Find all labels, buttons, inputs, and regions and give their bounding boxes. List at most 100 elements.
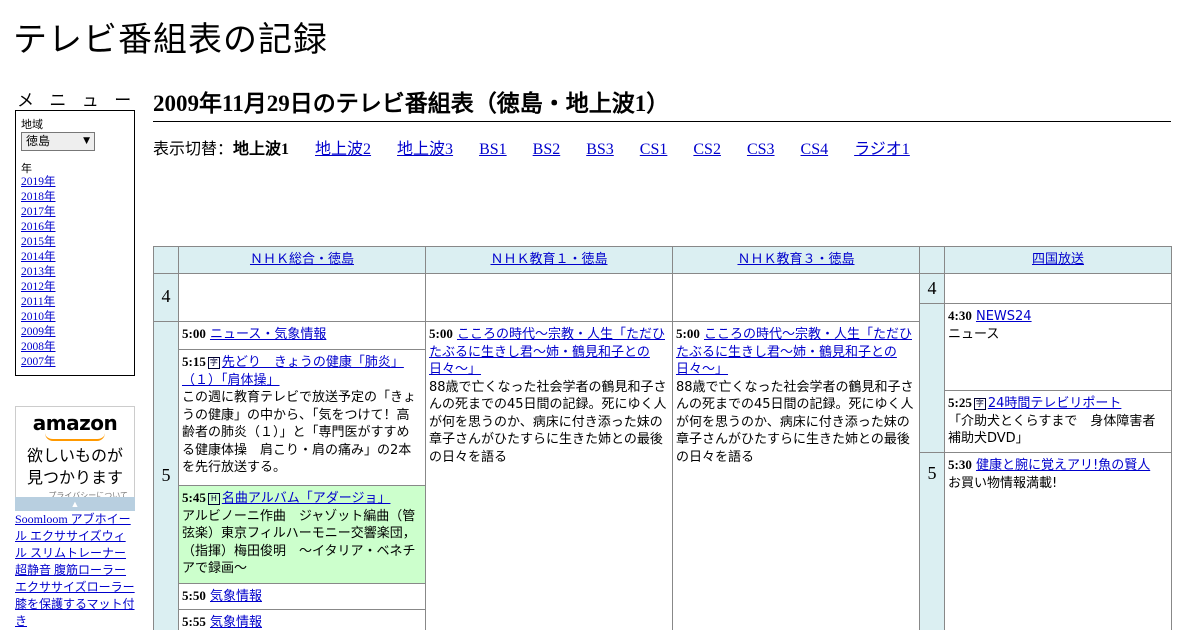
- year-link-2018[interactable]: 2018年: [21, 191, 56, 203]
- program-description: 88歳で亡くなった社会学者の鶴見和子さんの死までの45日間の記録。死にゆく人が何…: [429, 379, 667, 465]
- switch-link-bs3[interactable]: BS3: [586, 141, 614, 158]
- amazon-tagline-line-2: 見つかります: [26, 468, 123, 487]
- empty-slot: [944, 273, 1172, 304]
- program-description: この週に教育テレビで放送予定の「きょうの健康」の中から、「気をつけて！高齢者の肺…: [182, 390, 417, 475]
- program-time: 5:50: [182, 588, 206, 603]
- switch-link-radio1[interactable]: ラジオ1: [854, 141, 910, 158]
- program-cell: 5:00 こころの時代～宗教・人生「ただひたぶるに生きし君～姉・鶴見和子との日々…: [672, 321, 920, 630]
- switch-link-terrestrial2[interactable]: 地上波2: [315, 141, 371, 158]
- program-title-link[interactable]: NEWS24: [976, 309, 1032, 324]
- program-title-link[interactable]: こころの時代～宗教・人生「ただひたぶるに生きし君～姉・鶴見和子との日々～」: [429, 327, 665, 377]
- hour-cell-5-left: 5: [153, 321, 179, 630]
- hour-header-left: [153, 246, 179, 274]
- switch-link-cs4[interactable]: CS4: [801, 141, 829, 158]
- amazon-logo: amazon: [32, 411, 118, 435]
- program-description: ニュース: [948, 326, 1000, 342]
- channel-link-nhk-sogo[interactable]: ＮＨＫ総合・徳島: [250, 252, 354, 267]
- year-link-2016[interactable]: 2016年: [21, 221, 56, 233]
- program-title-link[interactable]: 気象情報: [210, 615, 262, 630]
- empty-slot: [672, 273, 920, 322]
- empty-slot: [425, 273, 673, 322]
- view-switch-bar: 表示切替：地上波1 地上波2 地上波3 BS1 BS2 BS3 CS1 CS2 …: [153, 135, 932, 159]
- channel-header-nhk-kyoiku1: ＮＨＫ教育１・徳島: [425, 246, 673, 274]
- channel-header-shikoku: 四国放送: [944, 246, 1172, 274]
- region-select[interactable]: 徳島 ▼: [21, 132, 95, 151]
- switch-link-cs2[interactable]: CS2: [693, 141, 721, 158]
- empty-slot: [178, 273, 426, 322]
- switch-label: 表示切替：: [153, 141, 234, 158]
- ad-expand-bar[interactable]: ▲: [15, 497, 135, 511]
- year-link-2017[interactable]: 2017年: [21, 206, 56, 218]
- year-link-2013[interactable]: 2013年: [21, 266, 56, 278]
- channel-link-nhk-kyoiku1[interactable]: ＮＨＫ教育１・徳島: [490, 252, 607, 267]
- hd-icon: H: [207, 492, 220, 505]
- switch-link-bs1[interactable]: BS1: [479, 141, 507, 158]
- amazon-tagline: 欲しいものが 見つかります: [16, 445, 134, 489]
- program-cell-highlighted: 5:45 H 名曲アルバム「アダージョ」 アルビノーニ作曲 ジャゾット編曲（管弦楽）…: [178, 485, 426, 584]
- program-cell: 4:30 NEWS24 ニュース: [944, 303, 1172, 391]
- region-select-value: 徳島: [26, 134, 51, 148]
- hour-cell-5-right: 5: [919, 452, 945, 630]
- year-label: 年: [21, 162, 32, 175]
- page-heading: 2009年11月29日のテレビ番組表（徳島・地上波1）: [153, 84, 1171, 122]
- year-link-2010[interactable]: 2010年: [21, 311, 56, 323]
- caption-icon: 字: [973, 397, 986, 410]
- year-link-2008[interactable]: 2008年: [21, 341, 56, 353]
- year-link-2012[interactable]: 2012年: [21, 281, 56, 293]
- hour-cell-4-left: 4: [153, 273, 179, 322]
- year-link-2011[interactable]: 2011年: [21, 296, 55, 308]
- program-cell: 5:00 ニュース・気象情報: [178, 321, 426, 350]
- program-title-link[interactable]: ニュース・気象情報: [210, 327, 326, 342]
- program-cell: 5:55 気象情報: [178, 609, 426, 630]
- year-link-2007[interactable]: 2007年: [21, 356, 56, 368]
- ad-product-link[interactable]: Soomloom アブホイール エクササイズウィル スリムトレーナー 超静音 腹…: [15, 511, 137, 630]
- amazon-ad-banner[interactable]: amazon 欲しいものが 見つかります プライバシーについて: [15, 406, 135, 511]
- channel-header-nhk-kyoiku3: ＮＨＫ教育３・徳島: [672, 246, 920, 274]
- hour-cell-4-right-extended: [919, 303, 945, 453]
- program-title-link[interactable]: こころの時代～宗教・人生「ただひたぶるに生きし君～姉・鶴見和子との日々～」: [676, 327, 912, 377]
- program-cell: 5:25 字 24時間テレビリポート 「介助犬とくらすまで 身体障害者補助犬DVD」: [944, 390, 1172, 453]
- program-title-link[interactable]: 健康と腕に覚えアリ!魚の賢人: [976, 458, 1150, 473]
- program-title-link[interactable]: 気象情報: [210, 589, 262, 604]
- program-time: 5:00: [676, 326, 700, 341]
- channel-link-nhk-kyoiku3[interactable]: ＮＨＫ教育３・徳島: [737, 252, 854, 267]
- hour-label: 4: [161, 286, 171, 306]
- site-title: テレビ番組表の記録: [13, 20, 328, 60]
- year-link-2015[interactable]: 2015年: [21, 236, 56, 248]
- switch-link-terrestrial3[interactable]: 地上波3: [397, 141, 453, 158]
- hour-label: 5: [161, 465, 171, 485]
- program-title-link[interactable]: 名曲アルバム「アダージョ」: [222, 491, 391, 506]
- hour-cell-4-right: 4: [919, 273, 945, 304]
- channel-link-shikoku[interactable]: 四国放送: [1032, 252, 1084, 267]
- program-time: 5:55: [182, 614, 206, 629]
- year-list: 2019年 2018年 2017年 2016年 2015年 2014年 2013…: [21, 175, 56, 370]
- program-time: 5:15: [182, 354, 206, 369]
- switch-link-cs3[interactable]: CS3: [747, 141, 775, 158]
- program-title-link[interactable]: 24時間テレビリポート: [988, 396, 1122, 411]
- hour-label: 4: [927, 278, 937, 298]
- hour-label: 5: [927, 463, 937, 483]
- program-description: アルビノーニ作曲 ジャゾット編曲（管弦楽）東京フィルハーモニー交響楽団，（指揮）…: [182, 508, 416, 577]
- menu-box: 地域 徳島 ▼ 年 2019年 2018年 2017年 2016年 2015年 …: [15, 110, 135, 376]
- switch-current: 地上波1: [233, 141, 290, 158]
- year-link-2014[interactable]: 2014年: [21, 251, 56, 263]
- program-time: 5:30: [948, 457, 972, 472]
- program-schedule-table: ＮＨＫ総合・徳島 ＮＨＫ教育１・徳島 ＮＨＫ教育３・徳島 四国放送 4 4 5 …: [153, 246, 1172, 630]
- region-label: 地域: [21, 118, 43, 131]
- program-description: 「介助犬とくらすまで 身体障害者補助犬DVD」: [948, 413, 1156, 447]
- year-link-2009[interactable]: 2009年: [21, 326, 56, 338]
- amazon-tagline-line-1: 欲しいものが: [26, 446, 123, 465]
- program-description: お買い物情報満載!: [948, 475, 1058, 491]
- switch-link-cs1[interactable]: CS1: [640, 141, 668, 158]
- channel-header-nhk-sogo: ＮＨＫ総合・徳島: [178, 246, 426, 274]
- caption-icon: 字: [207, 356, 220, 369]
- program-time: 4:30: [948, 308, 972, 323]
- switch-link-bs2[interactable]: BS2: [533, 141, 561, 158]
- hour-header-right: [919, 246, 945, 274]
- program-description: 88歳で亡くなった社会学者の鶴見和子さんの死までの45日間の記録。死にゆく人が何…: [676, 379, 914, 465]
- year-link-2019[interactable]: 2019年: [21, 176, 56, 188]
- dropdown-arrow-icon: ▼: [83, 136, 90, 146]
- program-cell: 5:30 健康と腕に覚えアリ!魚の賢人 お買い物情報満載!: [944, 452, 1172, 630]
- program-time: 5:00: [182, 326, 206, 341]
- chevron-up-icon: ▲: [70, 499, 80, 509]
